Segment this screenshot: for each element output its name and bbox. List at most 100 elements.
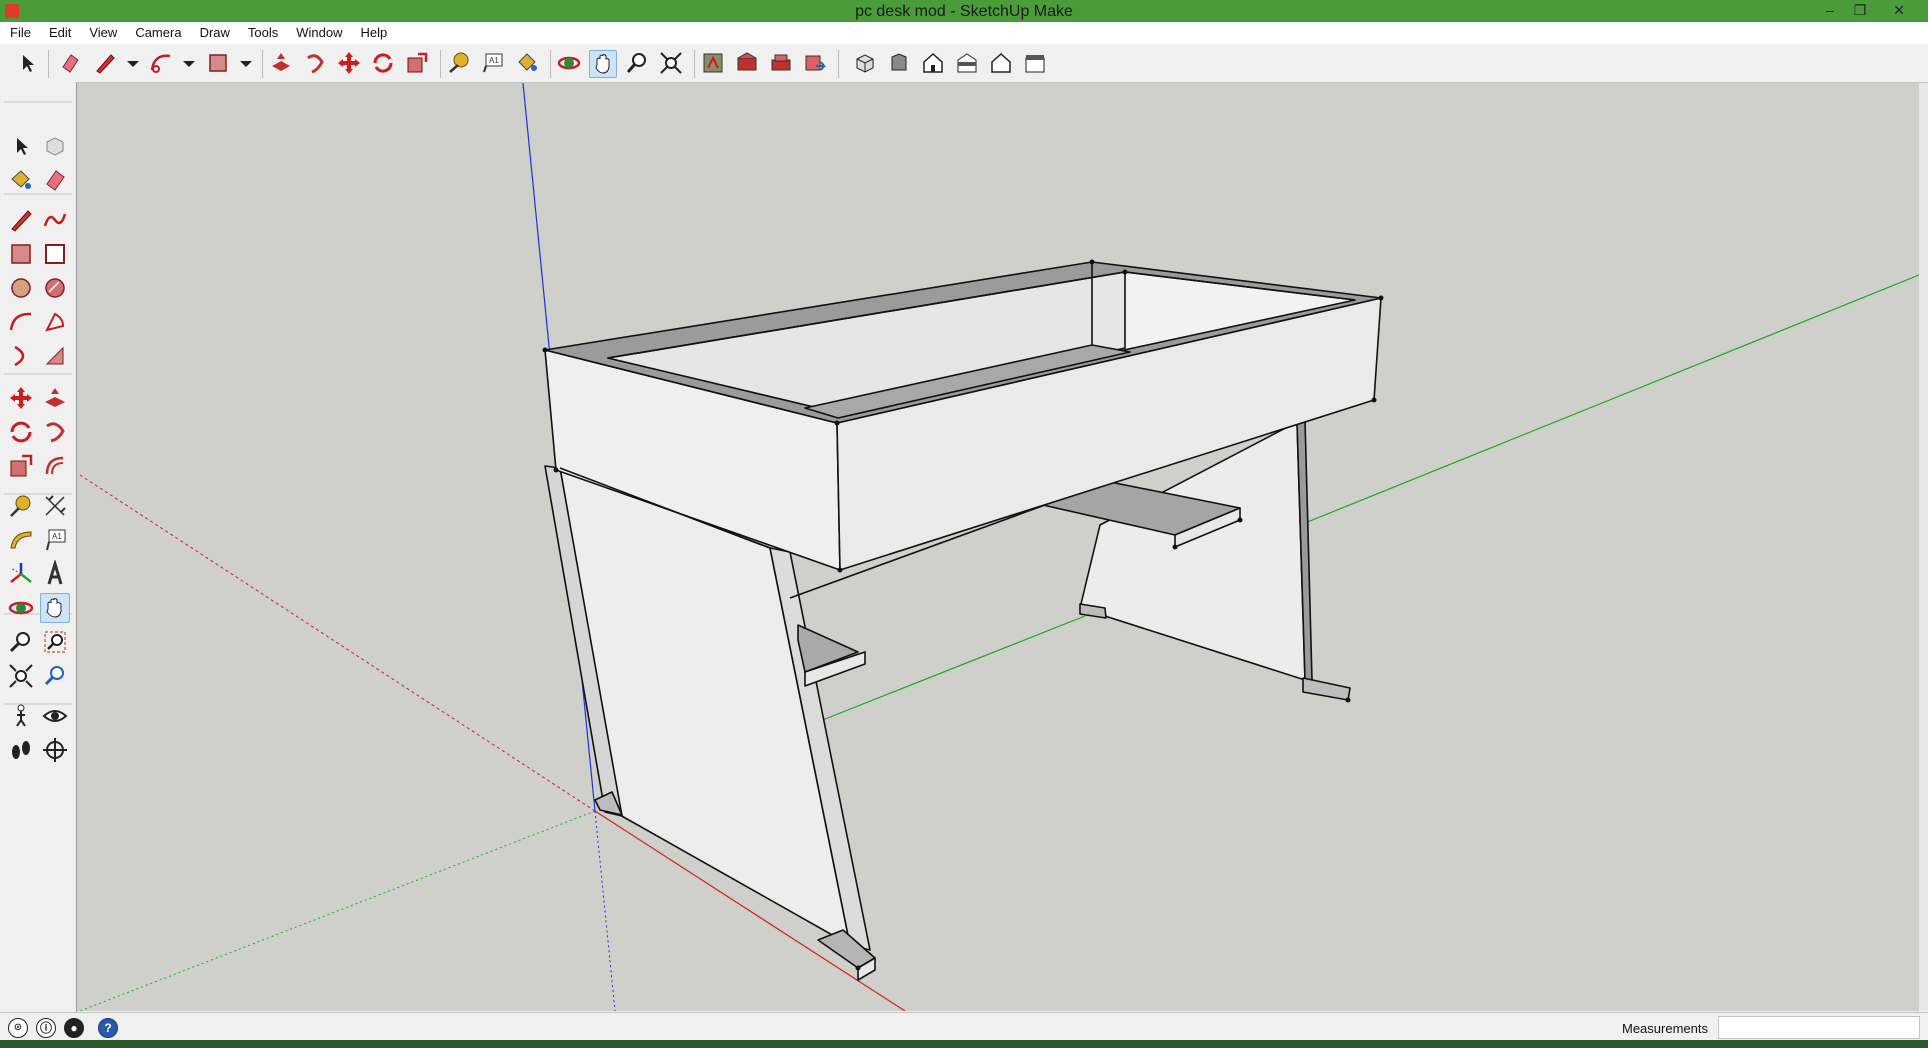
svg-text:A1: A1 [489, 56, 499, 65]
minimize-button[interactable]: – [1815, 0, 1845, 20]
menu-window[interactable]: Window [286, 22, 350, 40]
freehand-icon[interactable] [41, 206, 69, 234]
eraser-icon[interactable] [57, 50, 83, 76]
look-around-icon[interactable] [41, 702, 69, 730]
text-icon[interactable]: A1 [41, 526, 69, 554]
orbit-icon[interactable] [556, 50, 582, 76]
3d-scene[interactable] [77, 83, 1919, 1011]
polygon-icon[interactable] [41, 274, 69, 302]
component-icon[interactable] [41, 132, 69, 160]
close-button[interactable]: ✕ [1884, 0, 1914, 20]
share-model-icon[interactable] [802, 50, 828, 76]
arc-icon[interactable] [7, 308, 35, 336]
axes-icon[interactable] [7, 560, 35, 588]
select-icon[interactable] [7, 132, 35, 160]
push-pull-icon[interactable] [268, 50, 294, 76]
section-plane-icon[interactable] [41, 736, 69, 764]
rectangle-icon[interactable] [7, 240, 35, 268]
push-pull-icon[interactable] [41, 384, 69, 412]
rotated-rectangle-icon[interactable] [41, 240, 69, 268]
three-point-arc-icon[interactable] [41, 342, 69, 370]
zoom-icon[interactable] [7, 628, 35, 656]
red-axis-negative [79, 474, 596, 812]
rectangle-dropdown-icon[interactable] [233, 50, 252, 76]
green-axis-segment [809, 615, 1086, 726]
walk-icon[interactable] [7, 736, 35, 764]
scale-icon[interactable] [404, 50, 430, 76]
maximize-button[interactable]: ❐ [1845, 0, 1875, 20]
menu-view[interactable]: View [79, 22, 125, 40]
help-icon[interactable]: ? [98, 1018, 118, 1038]
paint-bucket-icon[interactable] [7, 166, 35, 194]
large-tool-set: A1 [0, 82, 77, 1012]
window-title: pc desk mod - SketchUp Make [855, 3, 1073, 20]
svg-text:A1: A1 [52, 532, 62, 541]
drawing-viewport[interactable] [77, 83, 1919, 1011]
protractor-icon[interactable] [7, 526, 35, 554]
select-icon[interactable] [14, 50, 40, 76]
menu-camera[interactable]: Camera [125, 22, 189, 40]
menu-edit[interactable]: Edit [39, 22, 79, 40]
two-point-arc-icon[interactable] [7, 342, 35, 370]
circle-icon[interactable] [7, 274, 35, 302]
pan-icon[interactable] [589, 50, 617, 78]
front-view-icon[interactable] [920, 50, 946, 76]
zoom-extents-icon[interactable] [7, 662, 35, 690]
user-icon[interactable]: ● [64, 1018, 84, 1038]
eraser-icon[interactable] [41, 166, 69, 194]
main-toolbar: A1 [0, 44, 1928, 83]
rectangle-icon[interactable] [205, 50, 231, 76]
pie-icon[interactable] [41, 308, 69, 336]
menu-draw[interactable]: Draw [190, 22, 238, 40]
menu-bar: File Edit View Camera Draw Tools Window Help [0, 22, 1928, 44]
pencil-icon[interactable] [92, 50, 118, 76]
follow-me-icon[interactable] [41, 418, 69, 446]
os-taskbar [0, 1040, 1928, 1048]
text-icon[interactable]: A1 [480, 50, 506, 76]
follow-me-icon[interactable] [302, 50, 328, 76]
3d-text-icon[interactable] [41, 560, 69, 588]
orbit-icon[interactable] [7, 594, 35, 622]
model-info-icon[interactable] [700, 50, 726, 76]
back-right-foot [1302, 677, 1351, 701]
arc-icon[interactable] [148, 50, 174, 76]
credits-icon[interactable]: ⓘ [36, 1018, 56, 1038]
dimension-icon[interactable] [41, 492, 69, 520]
tape-measure-icon[interactable] [7, 492, 35, 520]
measurements-label: Measurements [1622, 1021, 1708, 1036]
3d-warehouse-icon[interactable] [734, 50, 760, 76]
blue-axis-negative [594, 810, 616, 1011]
left-view-icon[interactable] [1022, 50, 1048, 76]
right-view-icon[interactable] [954, 50, 980, 76]
zoom-extents-icon[interactable] [658, 50, 684, 76]
paint-bucket-icon[interactable] [514, 50, 540, 76]
viewport-scrollbar[interactable] [1919, 83, 1928, 1011]
offset-icon[interactable] [41, 452, 69, 480]
rotate-icon[interactable] [7, 418, 35, 446]
pan-icon[interactable] [40, 593, 70, 623]
zoom-window-icon[interactable] [41, 628, 69, 656]
menu-tools[interactable]: Tools [238, 22, 286, 40]
iso-view-icon[interactable] [852, 50, 878, 76]
menu-file[interactable]: File [0, 22, 39, 40]
position-camera-icon[interactable] [7, 702, 35, 730]
menu-help[interactable]: Help [351, 22, 396, 40]
geo-location-icon[interactable]: ⊙ [8, 1018, 28, 1038]
line-icon[interactable] [7, 206, 35, 234]
scale-icon[interactable] [7, 452, 35, 480]
zoom-icon[interactable] [624, 50, 650, 76]
title-bar: pc desk mod - SketchUp Make – ❐ ✕ [0, 0, 1928, 22]
get-models-icon[interactable] [768, 50, 794, 76]
measurements-input[interactable] [1718, 1016, 1920, 1039]
move-icon[interactable] [336, 50, 362, 76]
back-view-icon[interactable] [988, 50, 1014, 76]
previous-view-icon[interactable] [41, 662, 69, 690]
rotate-icon[interactable] [370, 50, 396, 76]
move-icon[interactable] [7, 384, 35, 412]
top-view-icon[interactable] [886, 50, 912, 76]
arc-dropdown-icon[interactable] [176, 50, 195, 76]
status-bar: ⊙ ⓘ ● ? Measurements [0, 1012, 1928, 1041]
tape-measure-icon[interactable] [446, 50, 472, 76]
green-axis [1299, 274, 1919, 526]
line-dropdown-icon[interactable] [120, 50, 139, 76]
